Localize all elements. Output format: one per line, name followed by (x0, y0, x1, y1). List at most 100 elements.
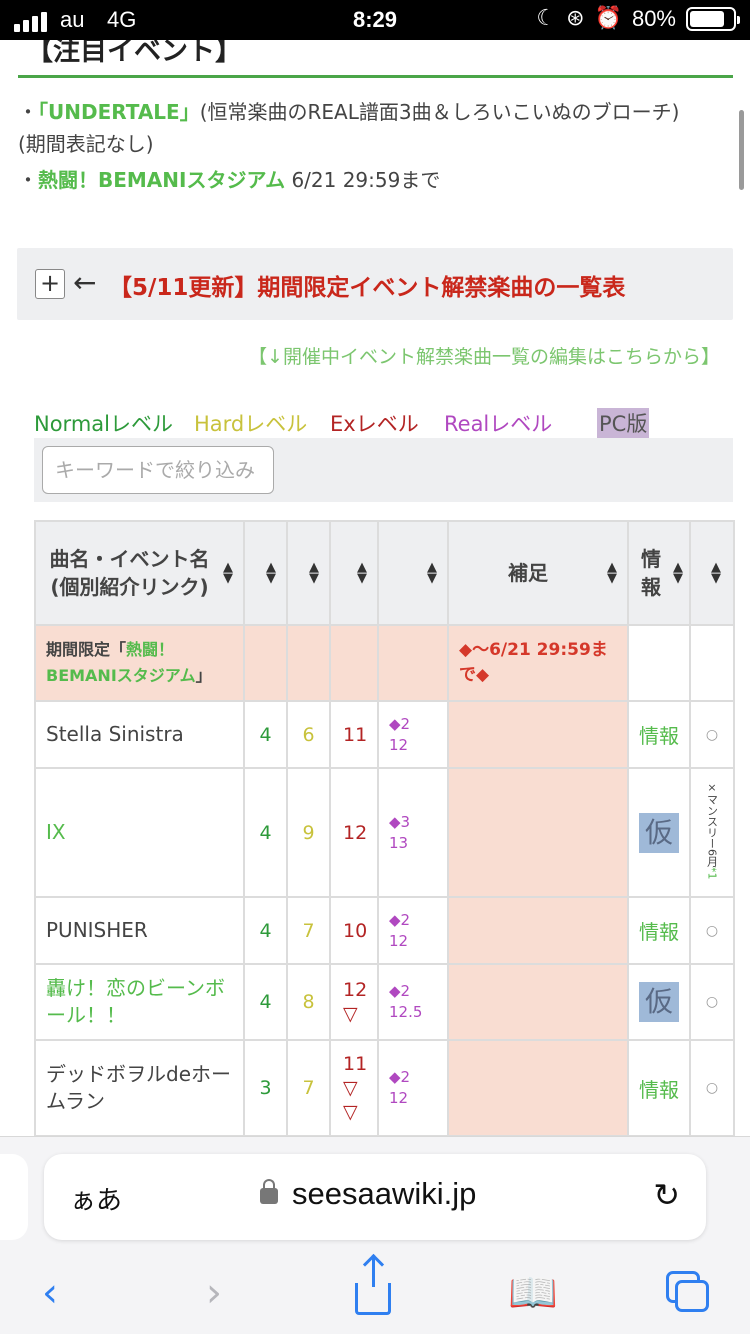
real-level: ◆2 12 (377, 896, 449, 965)
ex-level: 11 (329, 700, 379, 769)
fold-label[interactable]: 【5/11更新】期間限定イベント解禁楽曲の一覧表 (109, 268, 625, 302)
normal-level: 4 (243, 896, 288, 965)
header-ex[interactable]: ▲ ▼ (329, 520, 379, 626)
legend-normal: Normalレベル (34, 412, 173, 436)
normal-level: 4 (243, 767, 288, 898)
hard-level: 9 (286, 767, 331, 898)
orientation-lock-icon: ⊛ (566, 6, 585, 31)
header-note[interactable]: 補足 ▲ ▼ (447, 520, 629, 626)
header-hard[interactable]: ▲ ▼ (286, 520, 331, 626)
header-info[interactable]: 情報 ▲ ▼ (627, 520, 691, 626)
bemani-stadium-link[interactable]: 熱闘！BEMANIスタジアム (38, 168, 285, 192)
event-list-fold[interactable]: + ← 【5/11更新】期間限定イベント解禁楽曲の一覧表 (17, 248, 733, 320)
info-cell: 仮 (627, 767, 691, 898)
arrow-left-icon: ← (73, 266, 97, 299)
sort-icon[interactable]: ▲ ▼ (223, 561, 233, 585)
normal-level: 3 (243, 1039, 288, 1136)
event-period-note: ◆〜6/21 29:59まで◆ (447, 624, 629, 702)
real-level: ◆2 12 (377, 1039, 449, 1136)
tabs-icon[interactable] (666, 1269, 710, 1313)
browser-toolbar: ぁあ seesaawiki.jp ↻ ‹ › 📖 (0, 1136, 750, 1334)
table-row: 轟け！恋のビーンボール！！ 4 8 12 ▽ ◆2 12.5 仮 ○ (34, 963, 735, 1041)
song-title: デッドボヲルdeホームラン (34, 1039, 245, 1136)
lock-icon (260, 1179, 278, 1204)
info-link[interactable]: 情報 (627, 700, 691, 769)
song-title-link[interactable]: IX (34, 767, 245, 898)
pc-availability: ×マンスリー6月*1 (689, 767, 735, 898)
sort-icon[interactable]: ▲ ▼ (266, 561, 276, 585)
address-bar[interactable]: ぁあ seesaawiki.jp ↻ (44, 1154, 706, 1240)
note-cell (447, 700, 629, 769)
navigation-bar: ‹ › 📖 (0, 1257, 750, 1325)
battery-percent: 80% (631, 6, 676, 31)
note-cell (447, 963, 629, 1041)
alarm-icon: ⏰ (594, 6, 622, 31)
ex-level: 10 (329, 896, 379, 965)
sort-icon[interactable]: ▲ ▼ (607, 561, 617, 585)
page-content[interactable]: 【注目イベント】 ・「UNDERTALE」(恒常楽曲のREAL譜面3曲＆しろいこ… (0, 40, 750, 1136)
previous-tab-peek[interactable] (0, 1154, 28, 1240)
sort-icon[interactable]: ▲ ▼ (427, 561, 437, 585)
sort-icon[interactable]: ▲ ▼ (673, 561, 683, 585)
real-level: ◆2 12 (377, 700, 449, 769)
song-title-link[interactable]: 轟け！恋のビーンボール！！ (34, 963, 245, 1041)
pc-availability: ○ (689, 700, 735, 769)
status-bar: au 4G 8:29 ☾ ⊛ ⏰ 80% (0, 0, 750, 40)
ex-level: 12 (329, 767, 379, 898)
notice-undertale: ・「UNDERTALE」(恒常楽曲のREAL譜面3曲＆しろいこいぬのブローチ) … (18, 100, 700, 156)
back-icon[interactable]: ‹ (42, 1269, 58, 1317)
keyword-filter-input[interactable] (42, 446, 274, 494)
scroll-indicator[interactable] (739, 110, 744, 190)
note-cell (447, 1039, 629, 1136)
pc-availability: ○ (689, 1039, 735, 1136)
sort-icon[interactable]: ▲ ▼ (711, 561, 721, 585)
notice-bemani-stadium: ・熱闘！BEMANIスタジアム 6/21 29:59まで (18, 168, 441, 192)
event-name-cell: 期間限定「熱闘！BEMANIスタジアム」 (34, 624, 245, 702)
pc-availability: ○ (689, 896, 735, 965)
sort-icon[interactable]: ▲ ▼ (309, 561, 319, 585)
table-row: PUNISHER 4 7 10 ◆2 12 情報 ○ (34, 896, 735, 965)
header-normal[interactable]: ▲ ▼ (243, 520, 288, 626)
filter-bar (34, 438, 733, 502)
normal-level: 4 (243, 700, 288, 769)
footnote-link[interactable]: *1 (706, 867, 719, 880)
forward-icon[interactable]: › (206, 1269, 222, 1317)
edit-event-list-link[interactable]: 【↓開催中イベント解禁楽曲一覧の編集はこちらから】 (248, 342, 720, 369)
undertale-link[interactable]: 「UNDERTALE」 (38, 100, 200, 124)
note-cell (447, 767, 629, 898)
ex-level: 11 ▽ ▽ (329, 1039, 379, 1136)
note-cell (447, 896, 629, 965)
song-title: Stella Sinistra (34, 700, 245, 769)
share-icon[interactable] (355, 1257, 391, 1315)
moon-icon: ☾ (536, 6, 557, 31)
reload-icon[interactable]: ↻ (653, 1176, 680, 1214)
placeholder-image[interactable]: 仮 (639, 982, 679, 1022)
reader-options-button[interactable]: ぁあ (70, 1180, 122, 1217)
header-real[interactable]: ▲ ▼ (377, 520, 449, 626)
table-row: Stella Sinistra 4 6 11 ◆2 12 情報 ○ (34, 700, 735, 769)
info-link[interactable]: 情報 (627, 896, 691, 965)
event-row: 期間限定「熱闘！BEMANIスタジアム」 ◆〜6/21 29:59まで◆ (34, 624, 735, 702)
battery-icon (686, 7, 740, 31)
normal-level: 4 (243, 963, 288, 1041)
header-name[interactable]: 曲名・イベント名(個別紹介リンク) ▲ ▼ (34, 520, 245, 626)
pc-availability: ○ (689, 963, 735, 1041)
info-link[interactable]: 情報 (627, 1039, 691, 1136)
section-title: 【注目イベント】 (18, 40, 733, 78)
expand-plus-icon[interactable]: + (35, 269, 65, 299)
legend-hard: Hardレベル (194, 412, 308, 436)
bookmarks-icon[interactable]: 📖 (508, 1269, 558, 1317)
hard-level: 7 (286, 896, 331, 965)
info-cell: 仮 (627, 963, 691, 1041)
legend-ex: Exレベル (330, 412, 419, 436)
header-pc[interactable]: ▲ ▼ (689, 520, 735, 626)
event-songs-table: 曲名・イベント名(個別紹介リンク) ▲ ▼ ▲ ▼ ▲ ▼ ▲ ▼ ▲ ▼ 補足 ▲ ▼ 情報 ▲… (34, 520, 735, 1136)
hard-level: 6 (286, 700, 331, 769)
song-title: PUNISHER (34, 896, 245, 965)
ex-level: 12 ▽ (329, 963, 379, 1041)
address-domain[interactable]: seesaawiki.jp (292, 1176, 476, 1212)
sort-icon[interactable]: ▲ ▼ (357, 561, 367, 585)
table-row: デッドボヲルdeホームラン 3 7 11 ▽ ▽ ◆2 12 情報 ○ (34, 1039, 735, 1136)
hard-level: 8 (286, 963, 331, 1041)
placeholder-image[interactable]: 仮 (639, 812, 679, 853)
